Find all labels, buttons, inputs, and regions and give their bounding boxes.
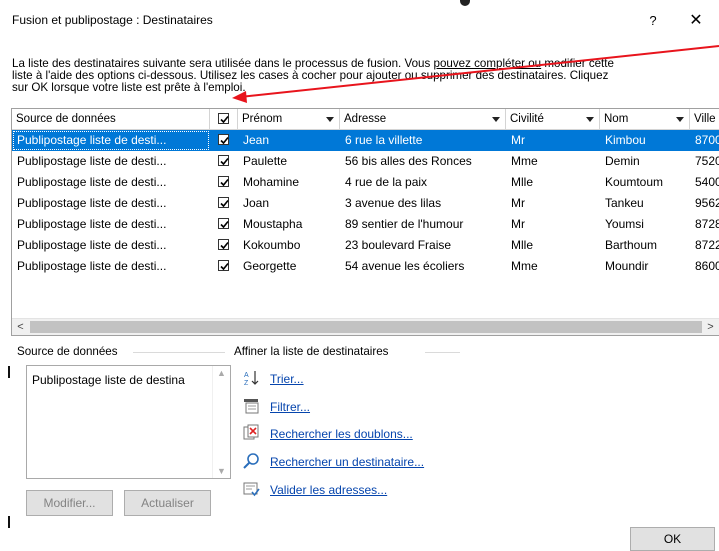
- annotation-arrow: [232, 45, 719, 103]
